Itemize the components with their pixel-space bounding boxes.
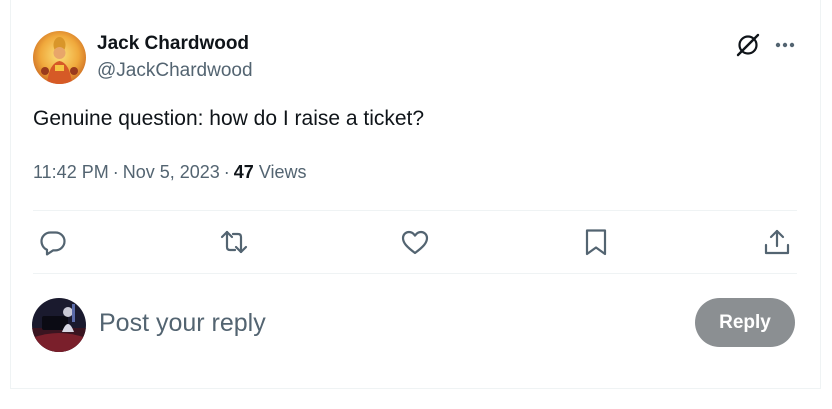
bookmark-action-button[interactable] <box>580 226 612 258</box>
author-display-name[interactable]: Jack Chardwood <box>97 33 249 55</box>
divider <box>33 210 797 211</box>
current-user-avatar[interactable] <box>32 298 86 352</box>
tweet-date[interactable]: Nov 5, 2023 <box>123 162 220 182</box>
reply-icon <box>40 231 66 256</box>
bookmark-icon <box>585 229 607 256</box>
retweet-action-button[interactable] <box>218 226 250 258</box>
share-action-button[interactable] <box>761 226 793 258</box>
meta-separator: · <box>112 162 119 182</box>
meta-separator: · <box>223 162 230 182</box>
grok-icon[interactable] <box>734 31 762 59</box>
reply-action-button[interactable] <box>37 226 69 258</box>
author-avatar[interactable] <box>33 31 86 84</box>
tweet-time[interactable]: 11:42 PM <box>33 162 109 182</box>
views-label: Views <box>258 162 307 182</box>
share-icon <box>764 229 790 255</box>
tweet-text: Genuine question: how do I raise a ticke… <box>33 107 425 130</box>
divider <box>33 273 797 274</box>
views-count: 47 <box>233 162 254 182</box>
like-action-button[interactable] <box>399 226 431 258</box>
like-icon <box>401 230 429 255</box>
tweet-meta: 11:42 PM · Nov 5, 2023 · 47 Views <box>33 162 307 183</box>
more-icon[interactable] <box>772 32 798 58</box>
reply-input[interactable] <box>99 306 659 340</box>
retweet-icon <box>220 230 248 254</box>
author-handle[interactable]: @JackChardwood <box>97 60 253 82</box>
reply-button[interactable]: Reply <box>695 298 795 347</box>
